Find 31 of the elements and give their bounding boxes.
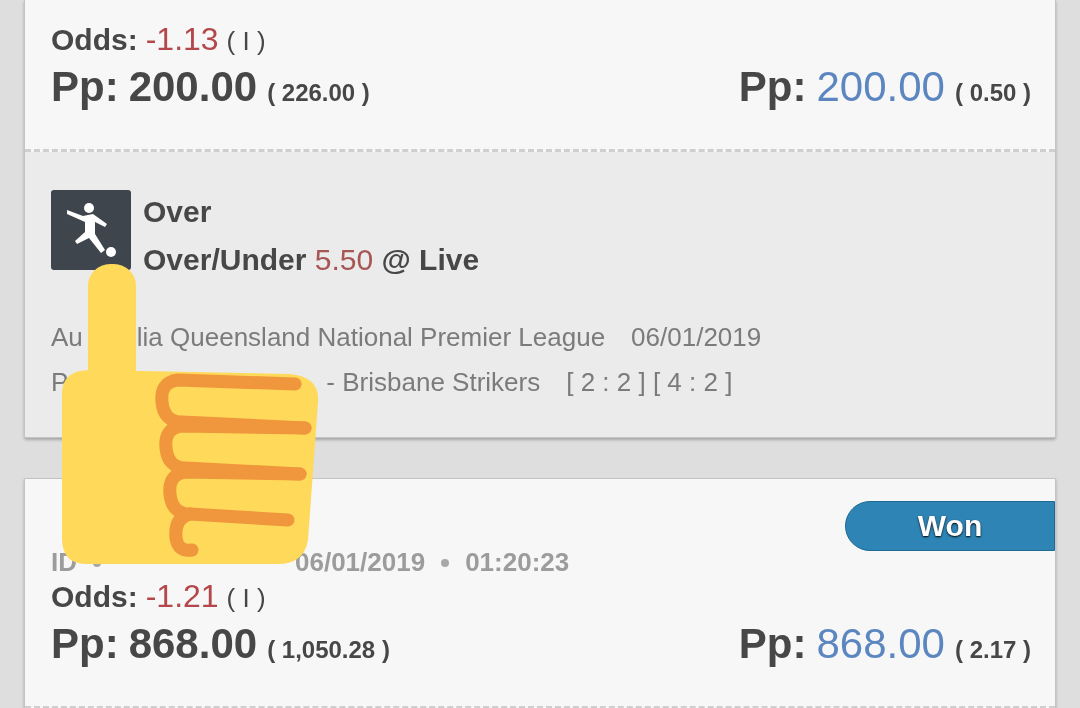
odds-label: Odds: — [51, 580, 138, 614]
match-date: 06/01/2019 — [631, 322, 762, 353]
payout-note: ( 2.17 ) — [954, 636, 1031, 664]
teams-text: P — [51, 367, 69, 398]
odds-type: ( I ) — [226, 583, 266, 614]
meta-text: 06/01/2019 — [295, 547, 426, 578]
stake-note: ( 226.00 ) — [267, 79, 370, 107]
league-text: lia Queensland National Premier League — [136, 322, 606, 353]
odds-type: ( I ) — [226, 26, 266, 57]
odds-value: -1.13 — [145, 21, 219, 58]
meta-text: 01:20:23 — [465, 547, 570, 578]
market-text: Over/Under 5.50 @ Live — [143, 242, 480, 278]
league-text: Au — [51, 322, 83, 353]
payout-label: Pp: — [738, 620, 807, 668]
stake-note: ( 1,050.28 ) — [267, 636, 390, 664]
odds-label: Odds: — [51, 23, 138, 57]
separator-dot-icon — [441, 558, 450, 567]
payout-value: 200.00 — [816, 63, 945, 111]
score-text: [ 2 : 2 ] [ 4 : 2 ] — [566, 367, 733, 398]
status-badge: Won — [845, 501, 1055, 551]
selection-pick: Over — [143, 194, 213, 230]
stake-value: 200.00 — [128, 63, 258, 111]
stake-label: Pp: — [51, 620, 119, 668]
payout-note: ( 0.50 ) — [954, 79, 1031, 107]
payout-label: Pp: — [738, 63, 807, 111]
stake-label: Pp: — [51, 63, 119, 111]
football-player-icon — [51, 190, 131, 270]
stake-value: 868.00 — [128, 620, 258, 668]
teams-text: - Brisbane Strikers — [326, 367, 541, 398]
odds-value: -1.21 — [145, 578, 219, 615]
payout-value: 868.00 — [816, 620, 945, 668]
